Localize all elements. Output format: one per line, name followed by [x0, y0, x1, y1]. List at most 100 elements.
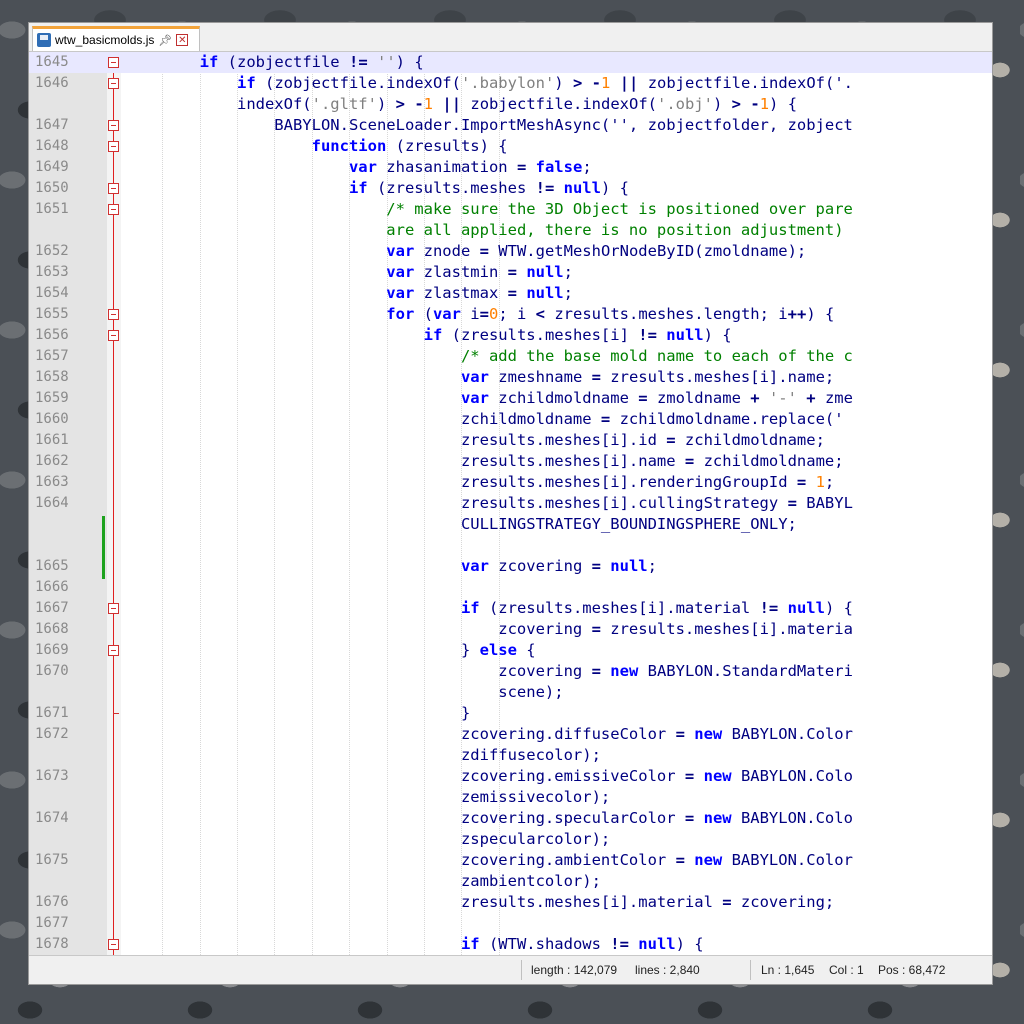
code-text: zemissivecolor);	[125, 787, 610, 808]
keyword: new	[610, 662, 639, 680]
status-separator	[750, 960, 751, 980]
keyword: if	[236, 74, 256, 92]
code-text: zme	[815, 389, 853, 407]
keyword: var	[460, 368, 489, 386]
number: 1	[815, 473, 825, 491]
keyword: null	[563, 179, 601, 197]
code-text: zcovering = zresults.meshes[i].materia	[125, 619, 853, 640]
change-history-marker	[102, 516, 105, 579]
fold-toggle-icon[interactable]	[108, 603, 119, 614]
fold-toggle-icon[interactable]	[108, 183, 119, 194]
code-text: zobjectfile.indexOf('.	[638, 74, 853, 92]
code-text: zmoldname	[647, 389, 751, 407]
number: 1	[423, 95, 434, 113]
code-text: zhasanimation	[376, 158, 517, 176]
line-number: 1660	[35, 411, 69, 427]
code-text: zdiffusecolor);	[125, 746, 601, 764]
operator: =	[675, 851, 685, 869]
code-text: zcovering.diffuseColor = new BABYLON.Col…	[125, 724, 853, 745]
keyword: var	[348, 158, 377, 176]
code-line[interactable]	[29, 577, 992, 598]
close-icon[interactable]: ✕	[176, 34, 189, 46]
line-number: 1677	[35, 915, 69, 931]
keyword: if	[348, 179, 368, 197]
keyword: null	[610, 557, 648, 575]
code-text: zresults.meshes[i].name = zchildmoldname…	[125, 451, 844, 472]
code-text: (zresults.meshes[i].material	[479, 599, 760, 617]
fold-toggle-icon[interactable]	[108, 57, 119, 68]
code-editor[interactable]: 1645 if (zobjectfile != '') {1646 if (zo…	[29, 52, 992, 957]
string: '-'	[768, 389, 797, 407]
operator: +	[806, 389, 816, 407]
code-text: ;	[563, 263, 573, 281]
code-text: (	[414, 305, 433, 323]
code-text: zcovering	[125, 662, 592, 680]
line-number: 1653	[35, 264, 69, 280]
keyword: false	[535, 158, 583, 176]
code-text: if (zresults.meshes != null) {	[125, 178, 629, 199]
operator: =	[516, 158, 527, 176]
line-number: 1658	[35, 369, 69, 385]
line-number: 1657	[35, 348, 69, 364]
tab-bar: wtw_basicmolds.js 📌︎ ✕	[29, 23, 992, 52]
code-line[interactable]	[29, 535, 992, 556]
number: 1	[601, 74, 611, 92]
code-text: zcovering.emissiveColor = new BABYLON.Co…	[125, 766, 853, 787]
line-number: 1665	[35, 558, 69, 574]
tab-file-name: wtw_basicmolds.js	[55, 33, 155, 47]
fold-toggle-icon[interactable]	[108, 939, 119, 950]
line-number: 1661	[35, 432, 69, 448]
code-text: BABYLON.SceneLoader.ImportMeshAsync('', …	[125, 116, 853, 134]
code-text: zcovering = new BABYLON.StandardMateri	[125, 661, 853, 682]
operator: =	[591, 557, 601, 575]
code-text: }	[125, 703, 470, 724]
code-text: zlastmax	[414, 284, 508, 302]
code-text: zspecularcolor);	[125, 829, 610, 850]
operator: =	[638, 389, 648, 407]
line-number: 1672	[35, 726, 69, 742]
fold-end-marker	[113, 713, 119, 714]
line-number: 1670	[35, 663, 69, 679]
line-number: 1671	[35, 705, 69, 721]
fold-toggle-icon[interactable]	[108, 120, 119, 131]
code-line[interactable]	[29, 913, 992, 934]
fold-toggle-icon[interactable]	[108, 330, 119, 341]
keyword: null	[666, 326, 704, 344]
code-text: BABYLON.Color	[722, 725, 853, 743]
line-number: 1673	[35, 768, 69, 784]
line-number: 1664	[35, 495, 69, 511]
code-text: ;	[647, 557, 657, 575]
fold-toggle-icon[interactable]	[108, 141, 119, 152]
fold-toggle-icon[interactable]	[108, 309, 119, 320]
line-number: 1669	[35, 642, 69, 658]
line-number: 1659	[35, 390, 69, 406]
keyword: var	[432, 305, 461, 323]
code-text: (WTW.shadows	[479, 935, 611, 953]
keyword: null	[526, 263, 564, 281]
operator: =	[684, 767, 695, 785]
code-text: BABYLON.Colo	[731, 809, 853, 827]
code-text: }	[125, 641, 480, 659]
fold-toggle-icon[interactable]	[108, 204, 119, 215]
keyword: null	[787, 599, 825, 617]
tab-file[interactable]: wtw_basicmolds.js 📌︎ ✕	[32, 26, 200, 51]
fold-toggle-icon[interactable]	[108, 78, 119, 89]
code-text: zlastmin	[414, 263, 508, 281]
keyword: null	[638, 935, 676, 953]
operator: =	[591, 368, 601, 386]
code-text: zcovering.specularColor = new BABYLON.Co…	[125, 808, 853, 829]
line-number: 1651	[35, 201, 69, 217]
fold-toggle-icon[interactable]	[108, 645, 119, 656]
code-text: are all applied, there is no position ad…	[125, 220, 843, 241]
code-text: CULLINGSTRATEGY_BOUNDINGSPHERE_ONLY;	[125, 514, 797, 535]
operator: -	[414, 95, 424, 113]
string: '.gltf'	[311, 95, 377, 113]
pin-icon[interactable]: 📌︎	[158, 34, 172, 47]
